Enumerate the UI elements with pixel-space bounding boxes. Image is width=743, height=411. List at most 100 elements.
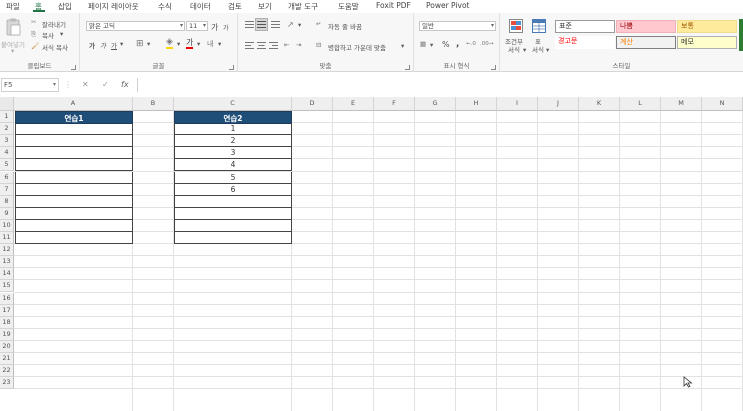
style-warning[interactable]: 경고문 [555,36,615,49]
conditional-formatting-button[interactable]: 조건부 서식 [505,38,523,54]
row-header-16[interactable]: 16 [0,292,14,305]
row-header-15[interactable]: 15 [0,280,14,293]
cancel-icon[interactable]: ✕ [82,80,89,89]
column-header-c[interactable]: C [174,97,292,111]
row-header-12[interactable]: 12 [0,244,14,257]
table2-cell-row-7[interactable]: 6 [174,183,292,196]
table1-cell-row-3[interactable] [15,135,133,148]
grow-font-button[interactable]: 가 [211,22,218,33]
accounting-dropdown-icon[interactable]: ▾ [430,41,433,49]
underline-button[interactable]: 가 [111,40,117,50]
column-header-b[interactable]: B [133,97,174,111]
bold-button[interactable]: 가 [89,40,95,50]
align-bottom-icon[interactable] [271,20,280,29]
row-header-21[interactable]: 21 [0,353,14,366]
column-header-d[interactable]: D [292,97,333,111]
comma-style-icon[interactable]: , [456,39,459,49]
phonetic-icon[interactable]: 내 [207,39,213,49]
styles-gallery-more[interactable] [739,19,743,51]
row-header-9[interactable]: 9 [0,207,14,220]
column-header-j[interactable]: J [538,97,579,111]
font-color-icon[interactable]: 가 [186,38,194,49]
style-normal[interactable]: 표준 [555,20,615,33]
merge-center-dropdown-icon[interactable]: ▾ [401,42,404,50]
tab-insert[interactable]: 삽입 [58,1,72,12]
row-header-19[interactable]: 19 [0,328,14,341]
row-header-20[interactable]: 20 [0,340,14,353]
column-header-h[interactable]: H [456,97,497,111]
font-name-select[interactable]: 맑은 고딕 ▾ [86,21,185,31]
table1-cell-row-5[interactable] [15,159,133,172]
column-header-m[interactable]: M [661,97,702,111]
column-header-e[interactable]: E [333,97,374,111]
row-header-14[interactable]: 14 [0,268,14,281]
row-header-4[interactable]: 4 [0,147,14,160]
align-center-icon[interactable] [257,41,266,50]
tab-page-layout[interactable]: 페이지 레이아웃 [88,1,139,12]
row-header-10[interactable]: 10 [0,219,14,232]
format-as-table-dropdown-icon[interactable]: ▾ [546,46,549,54]
table1-cell-row-7[interactable] [15,183,133,196]
decrease-indent-icon[interactable]: ⇤ [284,41,289,49]
row-header-5[interactable]: 5 [0,159,14,172]
tab-data[interactable]: 데이터 [190,1,211,12]
font-color-dropdown-icon[interactable]: ▾ [197,40,200,48]
row-header-8[interactable]: 8 [0,195,14,208]
alignment-dialog-launcher[interactable] [405,65,410,70]
merge-center-button[interactable]: 병합하고 가운데 맞춤 [328,42,386,52]
tab-help[interactable]: 도움말 [338,1,359,12]
table2-cell-row-11[interactable] [174,232,292,245]
tab-formulas[interactable]: 수식 [158,1,172,12]
style-note[interactable]: 메모 [677,36,737,49]
table1-cell-row-9[interactable] [15,207,133,220]
row-header-7[interactable]: 7 [0,183,14,196]
tab-foxit-pdf[interactable]: Foxit PDF [376,1,411,10]
tab-review[interactable]: 검토 [228,1,242,12]
row-header-22[interactable]: 22 [0,365,14,378]
row-header-18[interactable]: 18 [0,316,14,329]
column-header-f[interactable]: F [374,97,415,111]
borders-icon[interactable]: ⊞ [136,39,144,49]
tab-power-pivot[interactable]: Power Pivot [426,1,469,10]
row-header-17[interactable]: 17 [0,304,14,317]
column-header-g[interactable]: G [415,97,456,111]
font-dialog-launcher[interactable] [229,65,234,70]
row-header-13[interactable]: 13 [0,256,14,269]
row-header-6[interactable]: 6 [0,171,14,184]
borders-dropdown-icon[interactable]: ▾ [147,40,150,48]
row-header-1[interactable]: 1 [0,111,14,124]
copy-button[interactable]: 복사 [42,30,54,40]
table2-cell-row-8[interactable] [174,195,292,208]
table2-cell-row-5[interactable]: 4 [174,159,292,172]
tab-view[interactable]: 보기 [258,1,272,12]
copy-dropdown-icon[interactable]: ▾ [60,30,63,38]
column-header-k[interactable]: K [579,97,620,111]
percent-style-icon[interactable]: % [442,40,450,49]
table1-header[interactable]: 연습1 [15,111,133,124]
cut-button[interactable]: 잘라내기 [42,19,66,29]
table2-cell-row-4[interactable]: 3 [174,147,292,160]
italic-button[interactable]: 가 [100,40,106,50]
orientation-dropdown-icon[interactable]: ▾ [298,21,301,29]
table1-cell-row-11[interactable] [15,232,133,245]
align-left-icon[interactable] [245,41,254,50]
style-bad[interactable]: 나쁨 [616,20,676,33]
phonetic-dropdown-icon[interactable]: ▾ [218,40,221,48]
number-format-select[interactable]: 일반 ▾ [419,21,496,31]
font-size-select[interactable]: 11 ▾ [186,21,208,31]
insert-function-icon[interactable]: fx [121,80,129,89]
select-all-corner[interactable] [0,97,14,111]
number-dialog-launcher[interactable] [491,65,496,70]
increase-decimal-icon[interactable]: ←.0 [466,41,476,47]
accounting-format-icon[interactable]: ▦ [420,40,426,48]
orientation-icon[interactable]: ↗ [287,20,294,29]
fill-color-dropdown-icon[interactable]: ▾ [177,40,180,48]
align-middle-icon[interactable] [255,18,268,31]
decrease-decimal-icon[interactable]: .00→ [480,41,493,47]
row-header-11[interactable]: 11 [0,232,14,245]
align-right-icon[interactable] [269,41,278,50]
increase-indent-icon[interactable]: ⇥ [296,41,301,49]
table1-cell-row-2[interactable] [15,123,133,136]
fill-color-icon[interactable]: ◈ [166,38,173,49]
conditional-formatting-dropdown-icon[interactable]: ▾ [523,46,526,54]
